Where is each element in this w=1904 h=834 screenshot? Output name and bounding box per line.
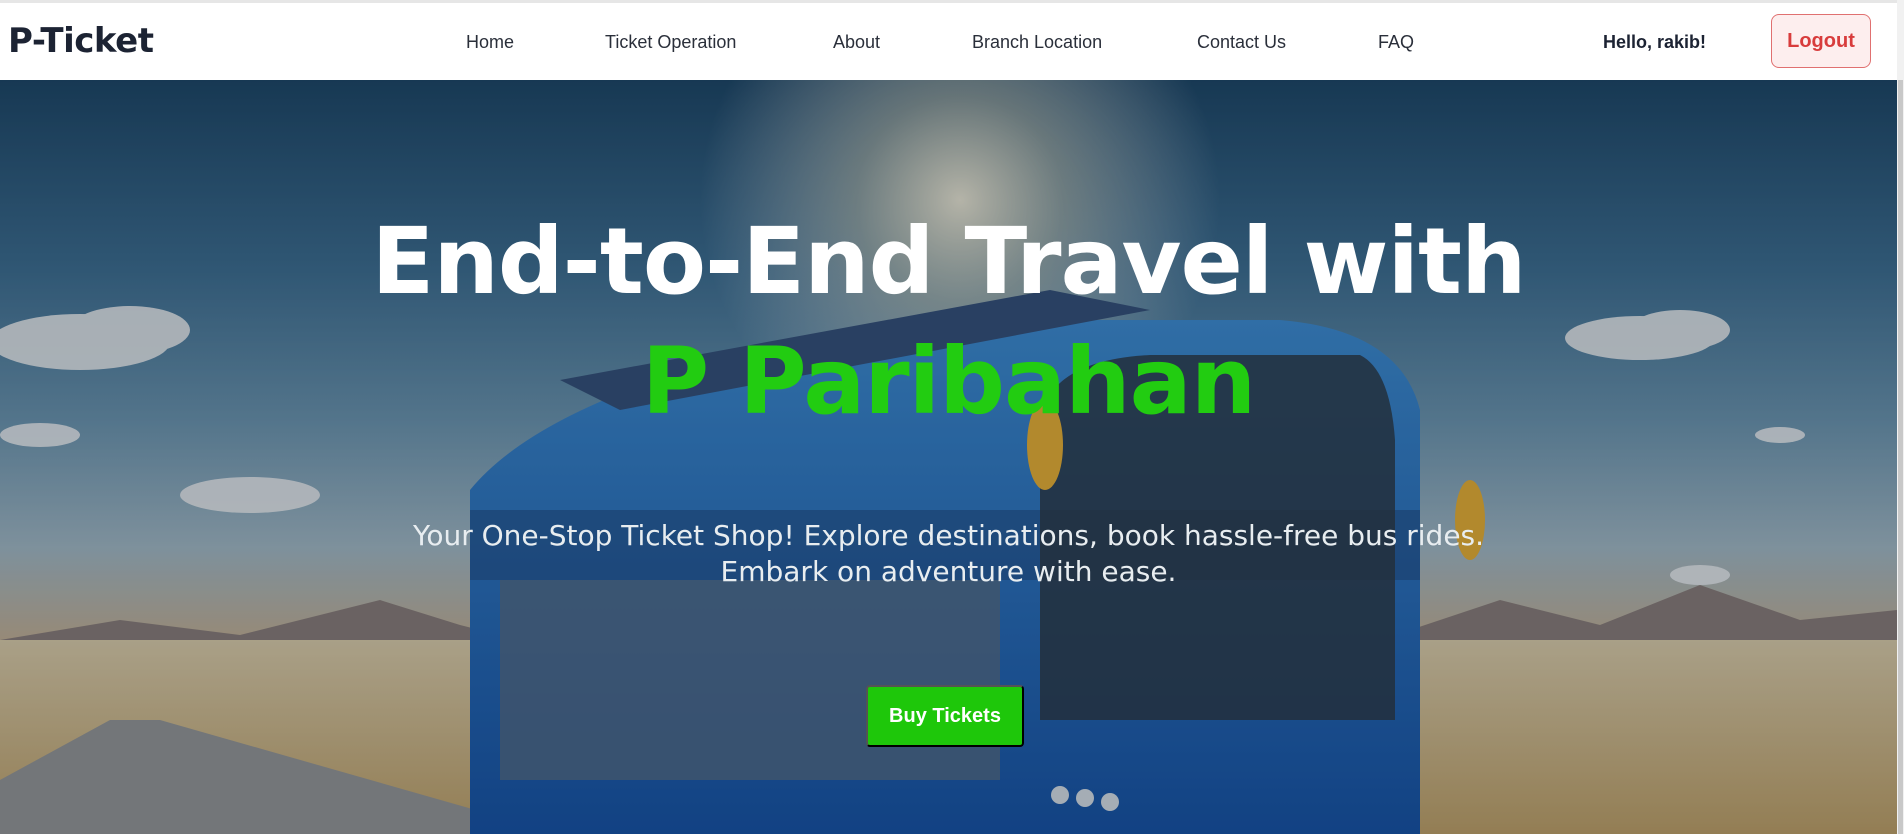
nav-branch-location[interactable]: Branch Location: [972, 32, 1102, 53]
top-navbar: P-Ticket Home Ticket Operation About Bra…: [0, 3, 1897, 80]
buy-tickets-button[interactable]: Buy Tickets: [866, 685, 1024, 747]
nav-contact-us[interactable]: Contact Us: [1197, 32, 1286, 53]
user-greeting: Hello, rakib!: [1603, 32, 1707, 52]
hero-title: End-to-End Travel with: [371, 208, 1526, 315]
hero-subtitle-line-2: Embark on adventure with ease.: [720, 555, 1177, 588]
brand-logo[interactable]: P-Ticket: [8, 21, 154, 61]
hero-subtitle: Your One-Stop Ticket Shop! Explore desti…: [0, 518, 1897, 590]
nav-home[interactable]: Home: [466, 32, 514, 53]
nav-faq[interactable]: FAQ: [1378, 32, 1414, 53]
scrollbar-thumb[interactable]: [1898, 80, 1903, 834]
hero-banner: End-to-End Travel with P Paribahan Your …: [0, 80, 1897, 834]
page-scrollbar[interactable]: [1897, 0, 1904, 834]
logout-button[interactable]: Logout: [1771, 14, 1871, 68]
nav-ticket-operation[interactable]: Ticket Operation: [605, 32, 736, 53]
nav-about[interactable]: About: [833, 32, 880, 53]
hero-subtitle-line-1: Your One-Stop Ticket Shop! Explore desti…: [412, 519, 1485, 552]
hero-accent-title: P Paribahan: [641, 328, 1256, 435]
